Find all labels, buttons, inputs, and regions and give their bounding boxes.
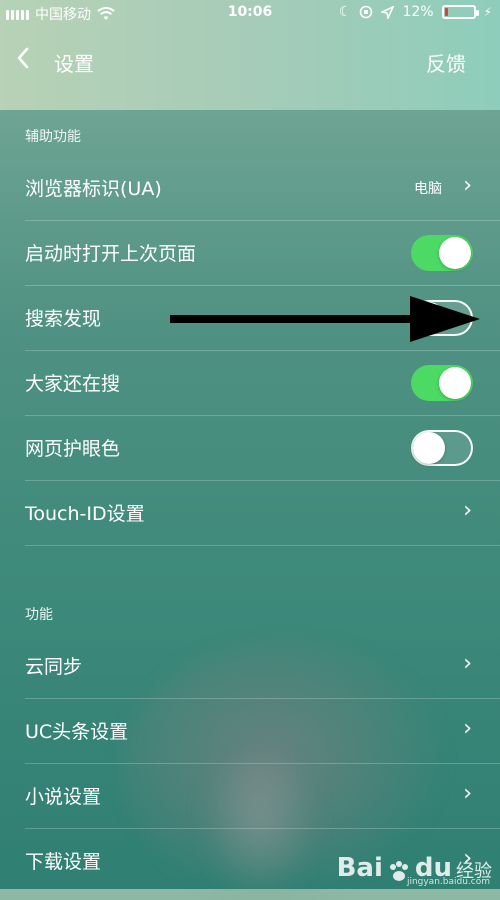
toggle-knob <box>439 367 471 399</box>
row-eye-care-color: 网页护眼色 <box>0 416 500 481</box>
navigation-bar: 设置 反馈 <box>0 32 500 92</box>
row-label: 搜索发现 <box>25 308 102 330</box>
row-label: UC头条设置 <box>25 721 129 743</box>
baidu-jingyan-watermark: Bai du 经验 jingyan.baidu.com <box>336 853 492 887</box>
row-label: 下载设置 <box>25 851 102 873</box>
battery-percent: 12% <box>402 4 434 20</box>
row-value: 电脑 <box>414 181 442 197</box>
row-label: 云同步 <box>25 656 83 678</box>
battery-icon <box>441 5 479 19</box>
chevron-left-icon[interactable] <box>12 44 36 72</box>
watermark-brand: Bai <box>336 853 383 883</box>
row-label: 大家还在搜 <box>25 373 121 395</box>
section-title-func: 功能 <box>25 607 53 623</box>
rotation-lock-icon <box>360 5 373 19</box>
status-right: ☾ 12% ⚡ <box>339 4 492 20</box>
chevron-right-icon: › <box>463 651 472 676</box>
eye-care-color-toggle[interactable] <box>411 430 473 466</box>
others-searching-toggle[interactable] <box>411 365 473 401</box>
arrow-right-icon <box>170 296 480 342</box>
row-label: 浏览器标识(UA) <box>25 178 162 200</box>
row-novel-settings[interactable]: 小说设置 › <box>0 764 500 829</box>
watermark-url: jingyan.baidu.com <box>406 877 490 887</box>
row-label: Touch-ID设置 <box>25 503 145 525</box>
row-uc-headlines[interactable]: UC头条设置 › <box>0 699 500 764</box>
chevron-right-icon: › <box>463 498 472 523</box>
feedback-button[interactable]: 反馈 <box>426 48 466 77</box>
row-label: 启动时打开上次页面 <box>25 243 197 265</box>
chevron-right-icon: › <box>463 173 472 198</box>
page-title: 设置 <box>54 52 94 76</box>
chevron-right-icon: › <box>463 781 472 806</box>
chevron-right-icon: › <box>463 716 472 741</box>
charging-icon: ⚡ <box>483 5 492 19</box>
row-cloud-sync[interactable]: 云同步 › <box>0 634 500 699</box>
moon-icon: ☾ <box>338 4 352 20</box>
toggle-knob <box>413 432 445 464</box>
row-user-agent[interactable]: 浏览器标识(UA) 电脑 › <box>0 156 500 221</box>
location-icon <box>381 5 395 19</box>
row-restore-last-page: 启动时打开上次页面 <box>0 221 500 286</box>
toggle-knob <box>439 237 471 269</box>
section-title-aux: 辅助功能 <box>25 129 81 145</box>
row-label: 网页护眼色 <box>25 438 121 460</box>
status-bar: 中国移动 10:06 ☾ 12% ⚡ <box>0 0 500 26</box>
restore-last-page-toggle[interactable] <box>411 235 473 271</box>
row-label: 小说设置 <box>25 786 102 808</box>
row-touch-id[interactable]: Touch-ID设置 › <box>0 481 500 546</box>
divider <box>25 545 500 546</box>
row-others-searching: 大家还在搜 <box>0 351 500 416</box>
